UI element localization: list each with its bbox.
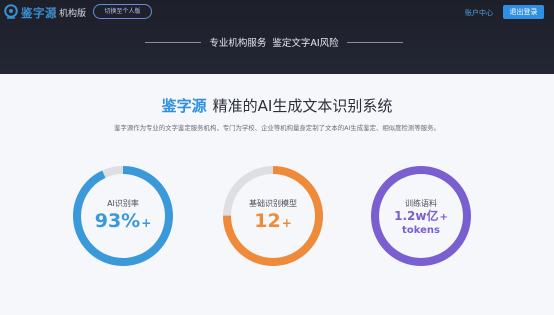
intro-text: 鉴字源作为专业的文字鉴定服务机构，专门为学校、企业等机构量身定制了文本的AI生成…: [114, 124, 440, 132]
title-text: 精准的AI生成文本识别系统: [212, 97, 393, 115]
stat-value-plus: +: [439, 212, 448, 223]
account-center-link[interactable]: 账户中心: [465, 8, 493, 18]
stat-value: 1.2w亿+ tokens: [369, 210, 473, 237]
switch-edition-button[interactable]: 切换至个人版: [93, 4, 152, 19]
stat-value-number: 12: [254, 210, 281, 232]
hero-header: 鉴字源 机构版 切换至个人版 账户中心 退出登录 专业机构服务 鉴定文字AI风险: [0, 0, 554, 74]
title-brand: 鉴字源: [161, 97, 207, 115]
stat-value-plus: +: [281, 216, 292, 230]
stat-label: AI识别率: [107, 199, 139, 208]
stat-value: 12+: [221, 210, 325, 232]
logo-icon: [4, 4, 18, 19]
stat-value-plus: +: [141, 216, 152, 230]
brand-divider: [54, 7, 55, 18]
hero-slogan: 专业机构服务 鉴定文字AI风险: [209, 38, 339, 49]
edition-label: 机构版: [59, 9, 87, 19]
stat-value-number: 1.2w亿: [394, 209, 439, 223]
brand-name: 鉴字源: [21, 6, 57, 20]
page-title: 鉴字源 精准的AI生成文本识别系统: [0, 95, 554, 116]
stat-label: 基础识别模型: [249, 199, 297, 208]
slogan-line-right: [347, 42, 403, 43]
stat-training-corpus: 训练语料 1.2w亿+ tokens: [369, 164, 473, 268]
stat-value: 93%+: [71, 210, 175, 232]
stat-value-number: 93%: [94, 210, 141, 232]
stat-base-models: 基础识别模型 12+: [221, 164, 325, 268]
stat-value-unit: tokens: [402, 225, 440, 236]
stat-label: 训练语料: [405, 199, 437, 208]
logout-button[interactable]: 退出登录: [503, 5, 544, 19]
stat-ai-recognition-rate: AI识别率 93%+: [71, 164, 175, 268]
slogan-line-left: [145, 42, 201, 43]
